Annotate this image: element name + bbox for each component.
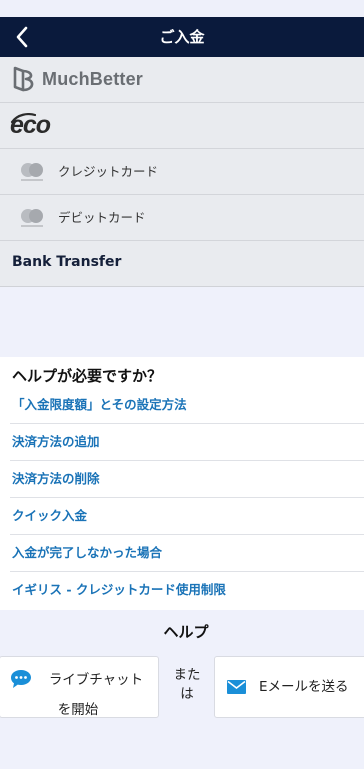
debit-card-label: デビットカード [58,210,146,225]
header: ご入金 [0,17,364,57]
payment-method-bank-transfer[interactable]: Bank Transfer [0,241,364,287]
help-link-add-payment-method[interactable]: 決済方法の追加 [10,424,364,461]
contact-heading: ヘルプ [163,623,209,641]
muchbetter-icon [13,66,34,92]
live-chat-button[interactable]: ライブチャット を開始 [0,656,159,718]
payment-method-eco[interactable]: eco [0,103,364,149]
payment-method-muchbetter[interactable]: MuchBetter [0,57,364,103]
live-chat-label: ライブチャット を開始 [48,672,144,718]
help-link-quick-deposit[interactable]: クイック入金 [10,498,364,535]
page-title: ご入金 [159,28,205,46]
mail-icon [227,680,246,694]
help-link-text[interactable]: クイック入金 [12,498,87,534]
back-button[interactable] [6,17,38,57]
help-link-text[interactable]: 「入金限度額」とその設定方法 [12,387,187,423]
help-link-list: 「入金限度額」とその設定方法 決済方法の追加 決済方法の削除 クイック入金 入金… [0,387,364,609]
eco-swoosh-icon [10,113,36,123]
help-section: ヘルプが必要ですか？ 「入金限度額」とその設定方法 決済方法の追加 決済方法の削… [0,357,364,610]
help-link-text[interactable]: 入金が完了しなかった場合 [12,535,162,571]
help-heading: ヘルプが必要ですか？ [12,367,163,385]
payment-method-list: MuchBetter eco クレジットカード デビットカード Bank Tra… [0,57,364,287]
mastercard-icon [21,163,43,181]
chevron-left-icon [16,26,28,48]
muchbetter-logo: MuchBetter [12,65,143,93]
help-link-text[interactable]: 決済方法の削除 [12,461,100,497]
help-link-deposit-failed[interactable]: 入金が完了しなかった場合 [10,535,364,572]
status-strip [0,0,364,17]
email-button[interactable]: Eメールを送る [214,656,364,718]
email-label: Eメールを送る [259,679,349,695]
bank-transfer-label: Bank Transfer [12,254,122,270]
muchbetter-logo-text: MuchBetter [42,68,144,89]
payment-method-credit-card[interactable]: クレジットカード [0,149,364,195]
payment-method-debit-card[interactable]: デビットカード [0,195,364,241]
help-link-deposit-limit[interactable]: 「入金限度額」とその設定方法 [10,387,364,424]
help-link-uk-credit-card[interactable]: イギリス - クレジットカード使用制限 [10,572,364,609]
credit-card-label: クレジットカード [58,164,159,179]
help-link-text[interactable]: イギリス - クレジットカード使用制限 [12,572,226,608]
help-link-remove-payment-method[interactable]: 決済方法の削除 [10,461,364,498]
mastercard-icon [21,209,43,227]
or-separator: また は [173,667,201,702]
chat-bubble-icon [11,670,31,688]
help-link-text[interactable]: 決済方法の追加 [12,424,100,460]
